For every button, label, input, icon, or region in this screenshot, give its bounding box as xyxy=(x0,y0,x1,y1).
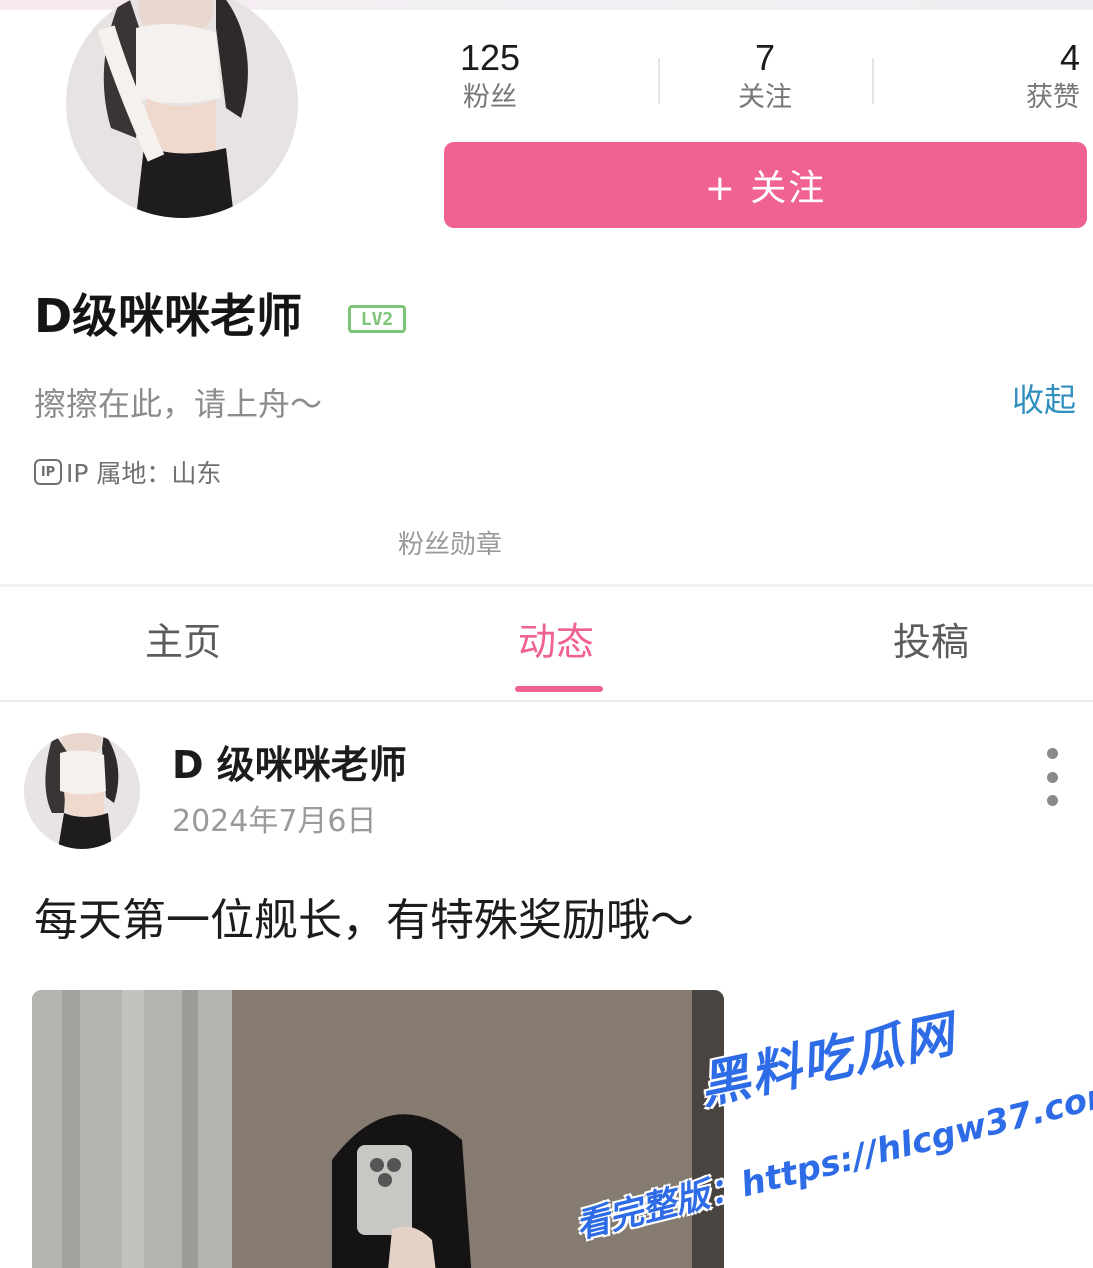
author-avatar-photo xyxy=(24,733,140,849)
active-tab-indicator xyxy=(515,686,603,692)
likes-label: 获赞 xyxy=(1026,82,1080,113)
follow-button[interactable]: + 关注 xyxy=(444,142,1087,228)
ip-icon: IP xyxy=(34,459,62,485)
stat-fans[interactable]: 125 粉丝 xyxy=(440,38,540,116)
ip-location-text: IP 属地：山东 xyxy=(66,459,222,488)
ip-location-row: IP IP 属地：山东 xyxy=(34,454,221,490)
fan-medal-link[interactable]: 粉丝勋章 xyxy=(398,524,502,561)
post-text: 每天第一位舰长，有特殊奖励哦～ xyxy=(34,895,694,946)
dot xyxy=(1046,771,1058,783)
tab-posts[interactable]: 投稿 xyxy=(893,618,969,666)
post-date: 2024年7月6日 xyxy=(172,804,377,839)
stat-likes[interactable]: 4 获赞 xyxy=(1000,38,1080,116)
dot xyxy=(1046,748,1058,759)
dot xyxy=(1046,795,1058,806)
likes-count: 4 xyxy=(1059,37,1080,78)
section-divider xyxy=(0,584,1093,587)
post-author-avatar[interactable] xyxy=(24,733,140,849)
fans-count: 125 xyxy=(459,37,521,78)
stat-following[interactable]: 7 关注 xyxy=(715,38,815,116)
following-count: 7 xyxy=(754,37,776,78)
tab-home[interactable]: 主页 xyxy=(145,618,221,666)
stat-divider xyxy=(658,58,660,104)
stat-divider xyxy=(872,58,874,104)
watermark-title: 黑料吃瓜网 xyxy=(694,1004,961,1116)
following-label: 关注 xyxy=(738,82,792,113)
profile-tabs: 主页 动态 投稿 xyxy=(0,588,1093,700)
profile-username: D级咪咪老师 xyxy=(34,289,303,343)
avatar-photo xyxy=(66,0,298,218)
profile-stats: 125 粉丝 7 关注 4 获赞 xyxy=(440,38,1080,128)
post-author-name[interactable]: D 级咪咪老师 xyxy=(172,740,407,790)
profile-bio: 擦擦在此，请上舟～ xyxy=(34,385,323,423)
tabs-divider xyxy=(0,700,1093,702)
fans-label: 粉丝 xyxy=(463,82,517,113)
collapse-button[interactable]: 收起 xyxy=(1000,372,1088,424)
profile-avatar[interactable] xyxy=(66,0,298,218)
more-options-icon[interactable] xyxy=(1036,748,1068,806)
tab-dynamic[interactable]: 动态 xyxy=(518,618,594,666)
level-badge: LV2 xyxy=(348,305,406,333)
